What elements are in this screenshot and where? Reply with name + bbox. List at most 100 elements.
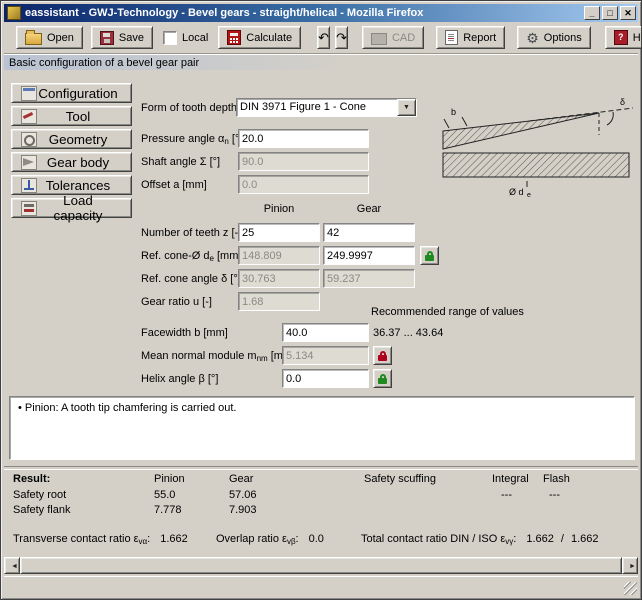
helix-angle-input[interactable] bbox=[282, 369, 369, 388]
transverse-contact-ratio-value: 1.662 bbox=[160, 533, 188, 545]
safety-flank-row: Safety flank 7.778 7.903 bbox=[1, 503, 641, 517]
b-dimension-tick bbox=[462, 117, 467, 126]
gear-column-header: Gear bbox=[323, 202, 415, 217]
application-window: eassistant - GWJ-Technology - Bevel gear… bbox=[0, 0, 642, 600]
titlebar[interactable]: eassistant - GWJ-Technology - Bevel gear… bbox=[4, 4, 638, 22]
undo-button[interactable]: ↶ bbox=[317, 26, 330, 49]
sidebar-item-configuration[interactable]: Configuration bbox=[11, 83, 132, 103]
tooth-face-wedge bbox=[443, 113, 599, 149]
configuration-icon bbox=[21, 86, 37, 101]
lock-icon bbox=[378, 351, 387, 361]
close-button[interactable]: ✕ bbox=[620, 6, 636, 20]
gear-ratio-input bbox=[238, 292, 320, 311]
pressure-angle-input[interactable] bbox=[238, 129, 369, 148]
result-col-gear: Gear bbox=[229, 472, 253, 486]
contact-ratio-row: Transverse contact ratio εvα:1.662 Overl… bbox=[1, 532, 641, 546]
cad-button-label: CAD bbox=[392, 32, 415, 44]
report-document-icon bbox=[445, 30, 458, 45]
overlap-ratio-value: 0.0 bbox=[309, 533, 324, 545]
pinion-column-header: Pinion bbox=[238, 202, 320, 217]
horizontal-scrollbar[interactable]: ◄ ► bbox=[4, 557, 638, 574]
sidebar-item-gear-body[interactable]: Gear body bbox=[11, 152, 132, 172]
sidebar-item-label: Load capacity bbox=[37, 193, 125, 223]
pressure-angle-label: Pressure angle αn [°] bbox=[141, 131, 242, 148]
scroll-left-button[interactable]: ◄ bbox=[4, 557, 20, 574]
safety-root-integral: --- bbox=[501, 488, 512, 502]
result-separator bbox=[4, 466, 638, 470]
helix-angle-lock-button[interactable] bbox=[373, 369, 392, 388]
options-button[interactable]: ⚙ Options bbox=[517, 26, 590, 49]
chevron-down-icon[interactable]: ▼ bbox=[397, 99, 416, 116]
overlap-ratio: Overlap ratio εvβ:0.0 bbox=[216, 532, 324, 546]
local-checkbox-group: Local bbox=[163, 31, 208, 45]
redo-button[interactable]: ↷ bbox=[335, 26, 348, 49]
ref-cone-diameter-lock-button[interactable] bbox=[420, 246, 439, 265]
sidebar-item-label: Gear body bbox=[37, 155, 125, 170]
total-contact-ratio-iso: 1.662 bbox=[571, 533, 599, 545]
mean-normal-module-input bbox=[282, 346, 369, 365]
shaft-angle-input bbox=[238, 152, 369, 171]
open-button[interactable]: Open bbox=[16, 26, 83, 49]
shaft-angle-label: Shaft angle Σ [°] bbox=[141, 154, 220, 171]
mean-normal-module-label: Mean normal module mnm [mm] bbox=[141, 348, 295, 365]
save-button[interactable]: Save bbox=[91, 26, 153, 49]
teeth-gear-input[interactable] bbox=[323, 223, 415, 242]
sidebar-item-tolerances[interactable]: Tolerances bbox=[11, 175, 132, 195]
ref-cone-diameter-gear-input[interactable] bbox=[323, 246, 415, 265]
calculate-button[interactable]: Calculate bbox=[218, 26, 301, 49]
result-col-pinion: Pinion bbox=[154, 472, 185, 486]
help-button[interactable]: ? Help bbox=[605, 26, 642, 49]
helix-angle-label: Helix angle β [°] bbox=[141, 371, 218, 388]
result-col-scuffing: Safety scuffing bbox=[364, 472, 436, 486]
gear-blank-section bbox=[443, 153, 629, 177]
ref-cone-angle-gear-input bbox=[323, 269, 415, 288]
window-title: eassistant - GWJ-Technology - Bevel gear… bbox=[25, 7, 584, 19]
status-bar bbox=[4, 576, 638, 596]
sidebar-item-label: Configuration bbox=[37, 86, 125, 101]
teeth-pinion-input[interactable] bbox=[238, 223, 320, 242]
cad-icon bbox=[371, 33, 387, 45]
save-button-label: Save bbox=[119, 32, 144, 44]
ref-diameter-label-sub: e bbox=[527, 192, 531, 199]
mean-normal-module-lock-button[interactable] bbox=[373, 346, 392, 365]
safety-root-gear: 57.06 bbox=[229, 488, 257, 502]
tooth-depth-select[interactable]: DIN 3971 Figure 1 - Cone ▼ bbox=[236, 98, 417, 117]
window-controls: _ □ ✕ bbox=[584, 6, 636, 20]
sidebar-item-tool[interactable]: Tool bbox=[11, 106, 132, 126]
lock-icon bbox=[425, 251, 434, 261]
calculate-button-label: Calculate bbox=[246, 32, 292, 44]
app-icon bbox=[7, 6, 21, 20]
scroll-right-button[interactable]: ► bbox=[622, 557, 638, 574]
cad-button: CAD bbox=[362, 26, 424, 49]
offset-input bbox=[238, 175, 369, 194]
save-icon bbox=[100, 31, 114, 45]
help-icon: ? bbox=[614, 30, 628, 45]
safety-root-pinion: 55.0 bbox=[154, 488, 175, 502]
undo-icon: ↶ bbox=[318, 30, 329, 46]
delta-angle-arc bbox=[607, 112, 613, 125]
minimize-button[interactable]: _ bbox=[584, 6, 600, 20]
tooth-depth-label: Form of tooth depth bbox=[141, 100, 237, 117]
report-button[interactable]: Report bbox=[436, 26, 505, 49]
resize-grip[interactable] bbox=[624, 582, 637, 595]
facewidth-input[interactable] bbox=[282, 323, 369, 342]
sidebar-item-label: Geometry bbox=[37, 132, 125, 147]
local-checkbox[interactable] bbox=[163, 31, 177, 45]
ref-diameter-label: Ø d bbox=[509, 187, 524, 197]
transverse-contact-ratio: Transverse contact ratio εvα:1.662 bbox=[13, 532, 188, 546]
delta-angle-label: δ bbox=[620, 97, 625, 107]
teeth-label: Number of teeth z [-] bbox=[141, 225, 241, 242]
maximize-button[interactable]: □ bbox=[602, 6, 618, 20]
bevel-gear-diagram: b δ Ø d e bbox=[439, 91, 636, 199]
safety-flank-pinion: 7.778 bbox=[154, 503, 182, 517]
offset-label: Offset a [mm] bbox=[141, 177, 207, 194]
load-capacity-icon bbox=[21, 201, 37, 216]
sidebar-item-geometry[interactable]: Geometry bbox=[11, 129, 132, 149]
redo-icon: ↷ bbox=[336, 30, 347, 46]
tolerances-icon bbox=[21, 178, 37, 193]
sidebar-item-label: Tolerances bbox=[37, 178, 125, 193]
b-dimension-label: b bbox=[451, 107, 456, 117]
scrollbar-thumb[interactable] bbox=[20, 557, 622, 574]
sidebar-item-load-capacity[interactable]: Load capacity bbox=[11, 198, 132, 218]
safety-root-flash: --- bbox=[549, 488, 560, 502]
